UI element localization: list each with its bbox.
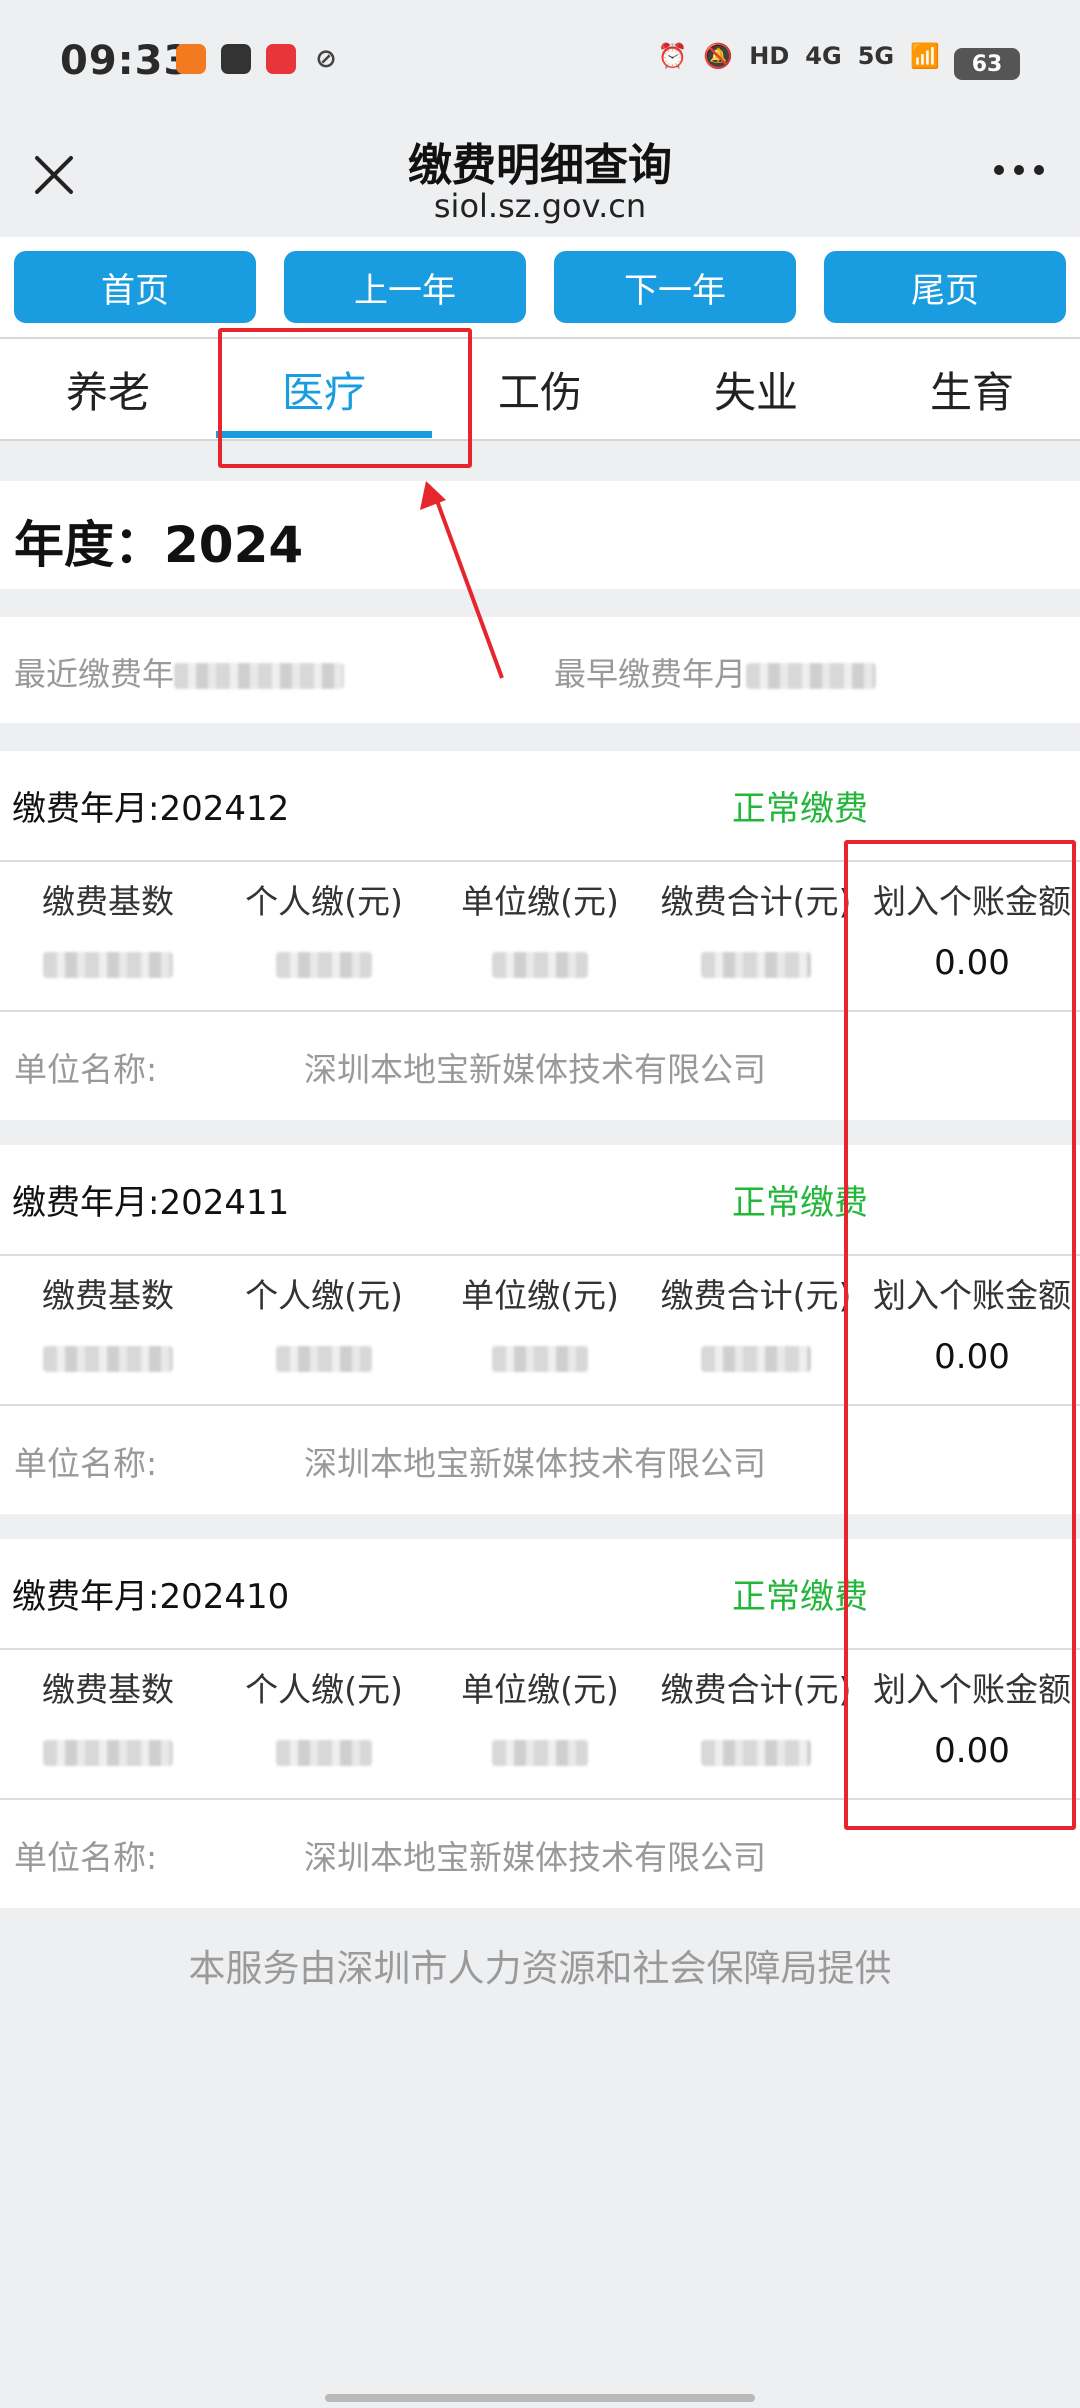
unit-name: 深圳本地宝新媒体技术有限公司 [304, 1050, 766, 1089]
redacted-value [432, 1337, 648, 1377]
col-base: 缴费基数 [42, 1276, 174, 1315]
unit-label: 单位名称: [14, 1838, 158, 1877]
unit-label: 单位名称: [14, 1444, 158, 1483]
year-section: 年度：2024 [0, 481, 1080, 589]
5g-signal-icon: 5G [857, 42, 895, 70]
insurance-tabs: 养老 医疗 工伤 失业 生育 [0, 339, 1080, 441]
unit-name: 深圳本地宝新媒体技术有限公司 [304, 1838, 766, 1877]
redacted-value [216, 1337, 432, 1377]
redacted-value [432, 943, 648, 983]
tab-pension[interactable]: 养老 [0, 339, 216, 439]
page-title: 缴费明细查询 [408, 140, 672, 191]
latest-payment: 最近缴费年 [14, 649, 345, 695]
redacted-value [0, 1731, 216, 1771]
redacted-value [432, 1731, 648, 1771]
col-base: 缴费基数 [42, 882, 174, 921]
more-menu-icon[interactable] [994, 165, 1044, 175]
record-status: 正常缴费 [732, 789, 868, 829]
prev-year-button[interactable]: 上一年 [284, 251, 526, 323]
alarm-icon: ⏰ [657, 42, 688, 70]
home-indicator [325, 2394, 755, 2402]
year-label: 年度：2024 [14, 516, 304, 574]
col-personal: 个人缴(元) [245, 882, 403, 921]
record-month: 缴费年月:202411 [12, 1183, 290, 1223]
app-notification-icon [266, 44, 296, 74]
battery-icon: 63 [954, 48, 1020, 80]
page-header: 缴费明细查询 siol.sz.gov.cn [0, 125, 1080, 237]
col-total: 缴费合计(元) [660, 1670, 852, 1709]
wifi-icon: 📶 [910, 42, 940, 70]
record-month: 缴费年月:202410 [12, 1577, 290, 1617]
redacted-value [174, 663, 345, 689]
col-personal: 个人缴(元) [245, 1670, 403, 1709]
hd-icon: HD [749, 42, 790, 70]
notification-icons: ⊘ [176, 44, 341, 74]
status-right-icons: ⏰ 🔕 HD 4G 5G 📶 [658, 42, 941, 70]
next-year-button[interactable]: 下一年 [554, 251, 796, 323]
4g-signal-icon: 4G [805, 42, 842, 70]
redacted-value [648, 943, 864, 983]
last-page-button[interactable]: 尾页 [824, 251, 1066, 323]
status-time: 09:33 [60, 38, 193, 84]
record-month: 缴费年月:202412 [12, 789, 290, 829]
mute-icon: 🔕 [703, 42, 734, 70]
col-base: 缴费基数 [42, 1670, 174, 1709]
taobao-icon [176, 44, 206, 74]
redacted-value [216, 1731, 432, 1771]
col-employer: 单位缴(元) [461, 882, 619, 921]
redacted-value [216, 943, 432, 983]
col-total: 缴费合计(元) [660, 1276, 852, 1315]
page-url: siol.sz.gov.cn [433, 187, 647, 225]
service-provider-note: 本服务由深圳市人力资源和社会保障局提供 [188, 1947, 892, 1990]
tab-maternity[interactable]: 生育 [864, 339, 1080, 439]
tab-unemployment[interactable]: 失业 [648, 339, 864, 439]
status-bar: 09:33 ⊘ ⏰ 🔕 HD 4G 5G 📶 63 [0, 0, 1080, 125]
redacted-value [648, 1337, 864, 1377]
payment-summary: 最近缴费年 最早缴费年月 [0, 617, 1080, 723]
sync-icon: ⊘ [315, 44, 337, 74]
unit-label: 单位名称: [14, 1050, 158, 1089]
col-employer: 单位缴(元) [461, 1670, 619, 1709]
col-personal: 个人缴(元) [245, 1276, 403, 1315]
first-page-button[interactable]: 首页 [14, 251, 256, 323]
redacted-value [648, 1731, 864, 1771]
col-total: 缴费合计(元) [660, 882, 852, 921]
annotation-highlight-column [844, 840, 1076, 1830]
earliest-payment: 最早缴费年月 [554, 649, 877, 695]
redacted-value [0, 943, 216, 983]
redacted-value [0, 1337, 216, 1377]
unit-name: 深圳本地宝新媒体技术有限公司 [304, 1444, 766, 1483]
annotation-highlight-tab [218, 328, 472, 468]
col-employer: 单位缴(元) [461, 1276, 619, 1315]
mail-app-icon [221, 44, 251, 74]
pagination-bar: 首页 上一年 下一年 尾页 [0, 237, 1080, 339]
redacted-value [746, 663, 877, 689]
